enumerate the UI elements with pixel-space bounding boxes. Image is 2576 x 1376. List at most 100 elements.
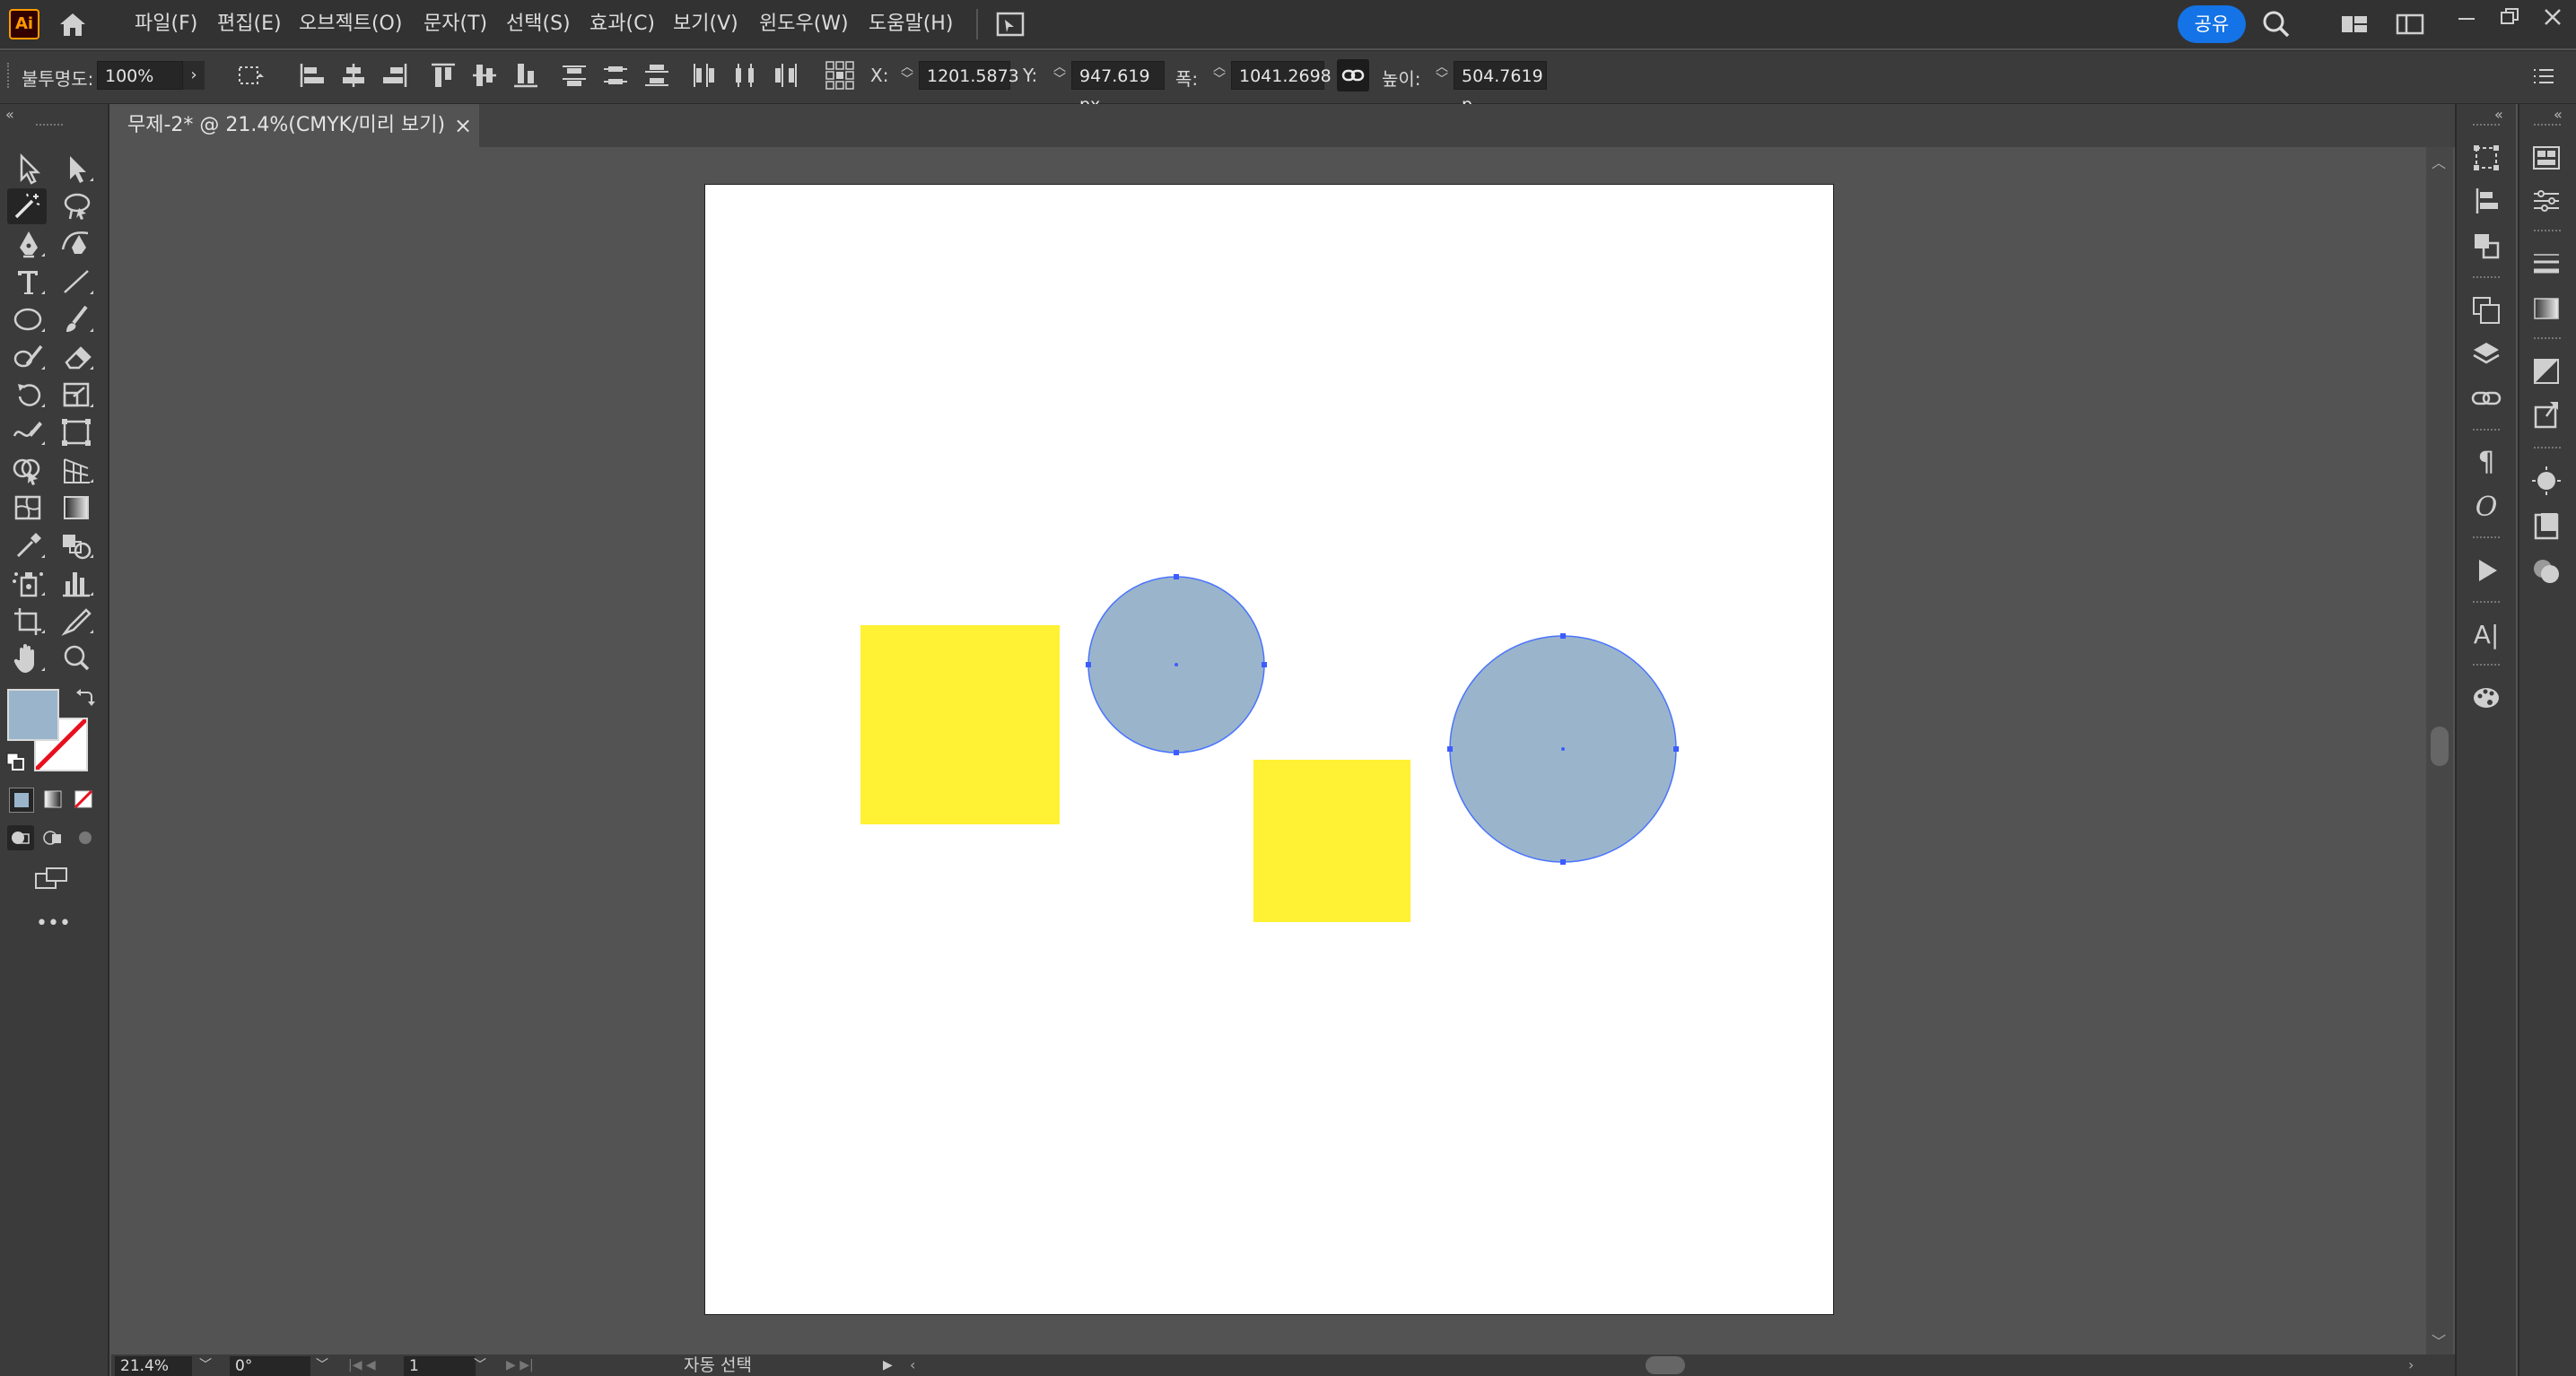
control-bar-grip[interactable] (7, 63, 13, 88)
gradient-icon[interactable] (57, 490, 97, 526)
distribute-left-icon[interactable] (687, 59, 720, 91)
control-bar-menu-icon[interactable] (2530, 63, 2557, 90)
horizontal-scroll-thumb[interactable] (1646, 1356, 1685, 1374)
align-top-icon[interactable] (427, 59, 459, 91)
menu-type[interactable]: 문자(T) (424, 0, 487, 48)
height-input[interactable]: 504.7619 p (1454, 61, 1547, 115)
draw-behind-icon[interactable] (39, 825, 66, 850)
brushes-panel-icon[interactable] (2528, 463, 2564, 499)
artboard-dropdown-icon[interactable]: ﹀ (470, 1354, 490, 1376)
vertical-scrollbar[interactable]: ︿ ﹀ (2426, 147, 2453, 1354)
eyedropper-icon[interactable] (9, 527, 48, 563)
menu-select[interactable]: 선택(S) (506, 0, 571, 48)
workspace-switcher-icon[interactable] (2338, 11, 2371, 38)
rotation-input[interactable]: 0° (230, 1356, 310, 1376)
x-input[interactable]: 1201.5873 (919, 61, 1019, 90)
dock-grip[interactable] (2534, 447, 2561, 454)
collapse-toolbox-icon[interactable]: « (5, 106, 14, 123)
menu-window[interactable]: 윈도우(W) (759, 0, 849, 48)
gradient-panel-icon[interactable] (2528, 291, 2564, 327)
eraser-icon[interactable] (57, 339, 97, 375)
align-left-icon[interactable] (296, 59, 328, 91)
align-bottom-icon[interactable] (510, 59, 542, 91)
scroll-up-icon[interactable]: ︿ (2432, 151, 2446, 172)
first-prev-artboard-icon[interactable]: |◀ ◀ (348, 1354, 402, 1376)
menu-file[interactable]: 파일(F) (135, 0, 197, 48)
zoom-dropdown-icon[interactable]: ﹀ (196, 1354, 215, 1376)
close-window-icon[interactable] (2539, 4, 2566, 30)
pathfinder-panel-icon[interactable] (2468, 228, 2504, 264)
x-stepper-icon[interactable]: ︿ ﹀ (897, 61, 917, 90)
artboard-number-input[interactable]: 1 (404, 1356, 476, 1376)
graph-icon[interactable] (57, 565, 97, 601)
distribute-top-icon[interactable] (558, 59, 590, 91)
scroll-right-icon[interactable]: › (2408, 1354, 2424, 1376)
next-last-artboard-icon[interactable]: ▶ ▶| (506, 1354, 560, 1376)
scroll-left-icon[interactable]: ‹ (910, 1354, 926, 1376)
opacity-input[interactable]: 100% (97, 61, 183, 90)
zoom-icon[interactable] (57, 640, 97, 676)
line-icon[interactable] (57, 264, 97, 300)
more-tools-icon[interactable]: ••• (36, 914, 71, 936)
lasso-icon[interactable] (57, 188, 97, 224)
scroll-down-icon[interactable]: ﹀ (2432, 1329, 2446, 1351)
artboards-panel-icon[interactable] (2528, 508, 2564, 544)
reference-point-icon[interactable] (824, 59, 856, 91)
width-stepper-icon[interactable]: ︿ ﹀ (1209, 61, 1229, 90)
ellipse-icon[interactable] (9, 301, 48, 337)
paintbrush-icon[interactable] (57, 301, 97, 337)
transparency-panel-icon[interactable] (2528, 353, 2564, 389)
opacity-expand-icon[interactable]: › (183, 61, 205, 90)
align-right-icon[interactable] (379, 59, 411, 91)
dock-grip[interactable] (2473, 664, 2500, 671)
character-panel-icon[interactable]: A| (2468, 617, 2504, 653)
graphic-styles-panel-icon[interactable] (2528, 553, 2564, 588)
pen-icon[interactable] (9, 226, 48, 262)
links-panel-icon[interactable] (2468, 380, 2504, 416)
draw-normal-icon[interactable] (7, 825, 34, 850)
width-input[interactable]: 1041.2698 (1231, 61, 1332, 90)
dock-grip[interactable] (2473, 601, 2500, 608)
dock-grip[interactable] (2534, 337, 2561, 344)
scale-icon[interactable] (57, 377, 97, 413)
warp-icon[interactable] (9, 414, 48, 450)
adjustments-panel-icon[interactable] (2528, 183, 2564, 219)
menu-view[interactable]: 보기(V) (673, 0, 738, 48)
menu-help[interactable]: 도움말(H) (869, 0, 953, 48)
rotation-dropdown-icon[interactable]: ﹀ (312, 1354, 332, 1376)
color-themes-panel-icon[interactable] (2468, 680, 2504, 716)
status-menu-icon[interactable]: ▶ (883, 1354, 899, 1376)
dock-grip[interactable] (2534, 124, 2561, 131)
shaper-icon[interactable] (9, 339, 48, 375)
vertical-scroll-thumb[interactable] (2431, 727, 2449, 766)
actions-panel-icon[interactable] (2468, 553, 2504, 588)
home-icon[interactable] (56, 9, 90, 39)
artboard[interactable] (704, 184, 1834, 1315)
slice-icon[interactable] (57, 603, 97, 639)
type-icon[interactable] (9, 264, 48, 300)
glyphs-panel-icon[interactable]: O (2468, 490, 2504, 526)
toolbox-grip[interactable] (36, 124, 63, 131)
close-document-icon[interactable]: × (454, 104, 472, 147)
document-tab[interactable]: 무제-2* @ 21.4%(CMYK/미리 보기) × (111, 104, 479, 147)
magic-wand-icon[interactable] (7, 188, 47, 224)
blend-icon[interactable] (57, 527, 97, 563)
properties-panel-icon[interactable] (2528, 140, 2564, 176)
dock-grip[interactable] (2534, 230, 2561, 237)
select-similar-icon[interactable] (235, 59, 267, 91)
align-panel-icon[interactable] (2468, 183, 2504, 219)
dock-grip[interactable] (2473, 536, 2500, 544)
selection-icon[interactable] (9, 151, 48, 187)
constrain-proportions-icon[interactable] (1337, 59, 1369, 91)
rotate-icon[interactable] (9, 377, 48, 413)
direct-selection-icon[interactable] (57, 151, 97, 187)
fill-swatch-front[interactable] (7, 689, 59, 741)
restore-icon[interactable] (2496, 4, 2523, 30)
draw-inside-icon[interactable] (72, 825, 99, 850)
gradient-mode-icon[interactable] (41, 788, 65, 811)
minimize-icon[interactable] (2453, 4, 2480, 30)
screen-mode-icon[interactable] (32, 863, 72, 895)
free-transform-icon[interactable] (57, 414, 97, 450)
color-mode-icon[interactable] (9, 788, 34, 813)
curvature-icon[interactable] (57, 226, 97, 262)
